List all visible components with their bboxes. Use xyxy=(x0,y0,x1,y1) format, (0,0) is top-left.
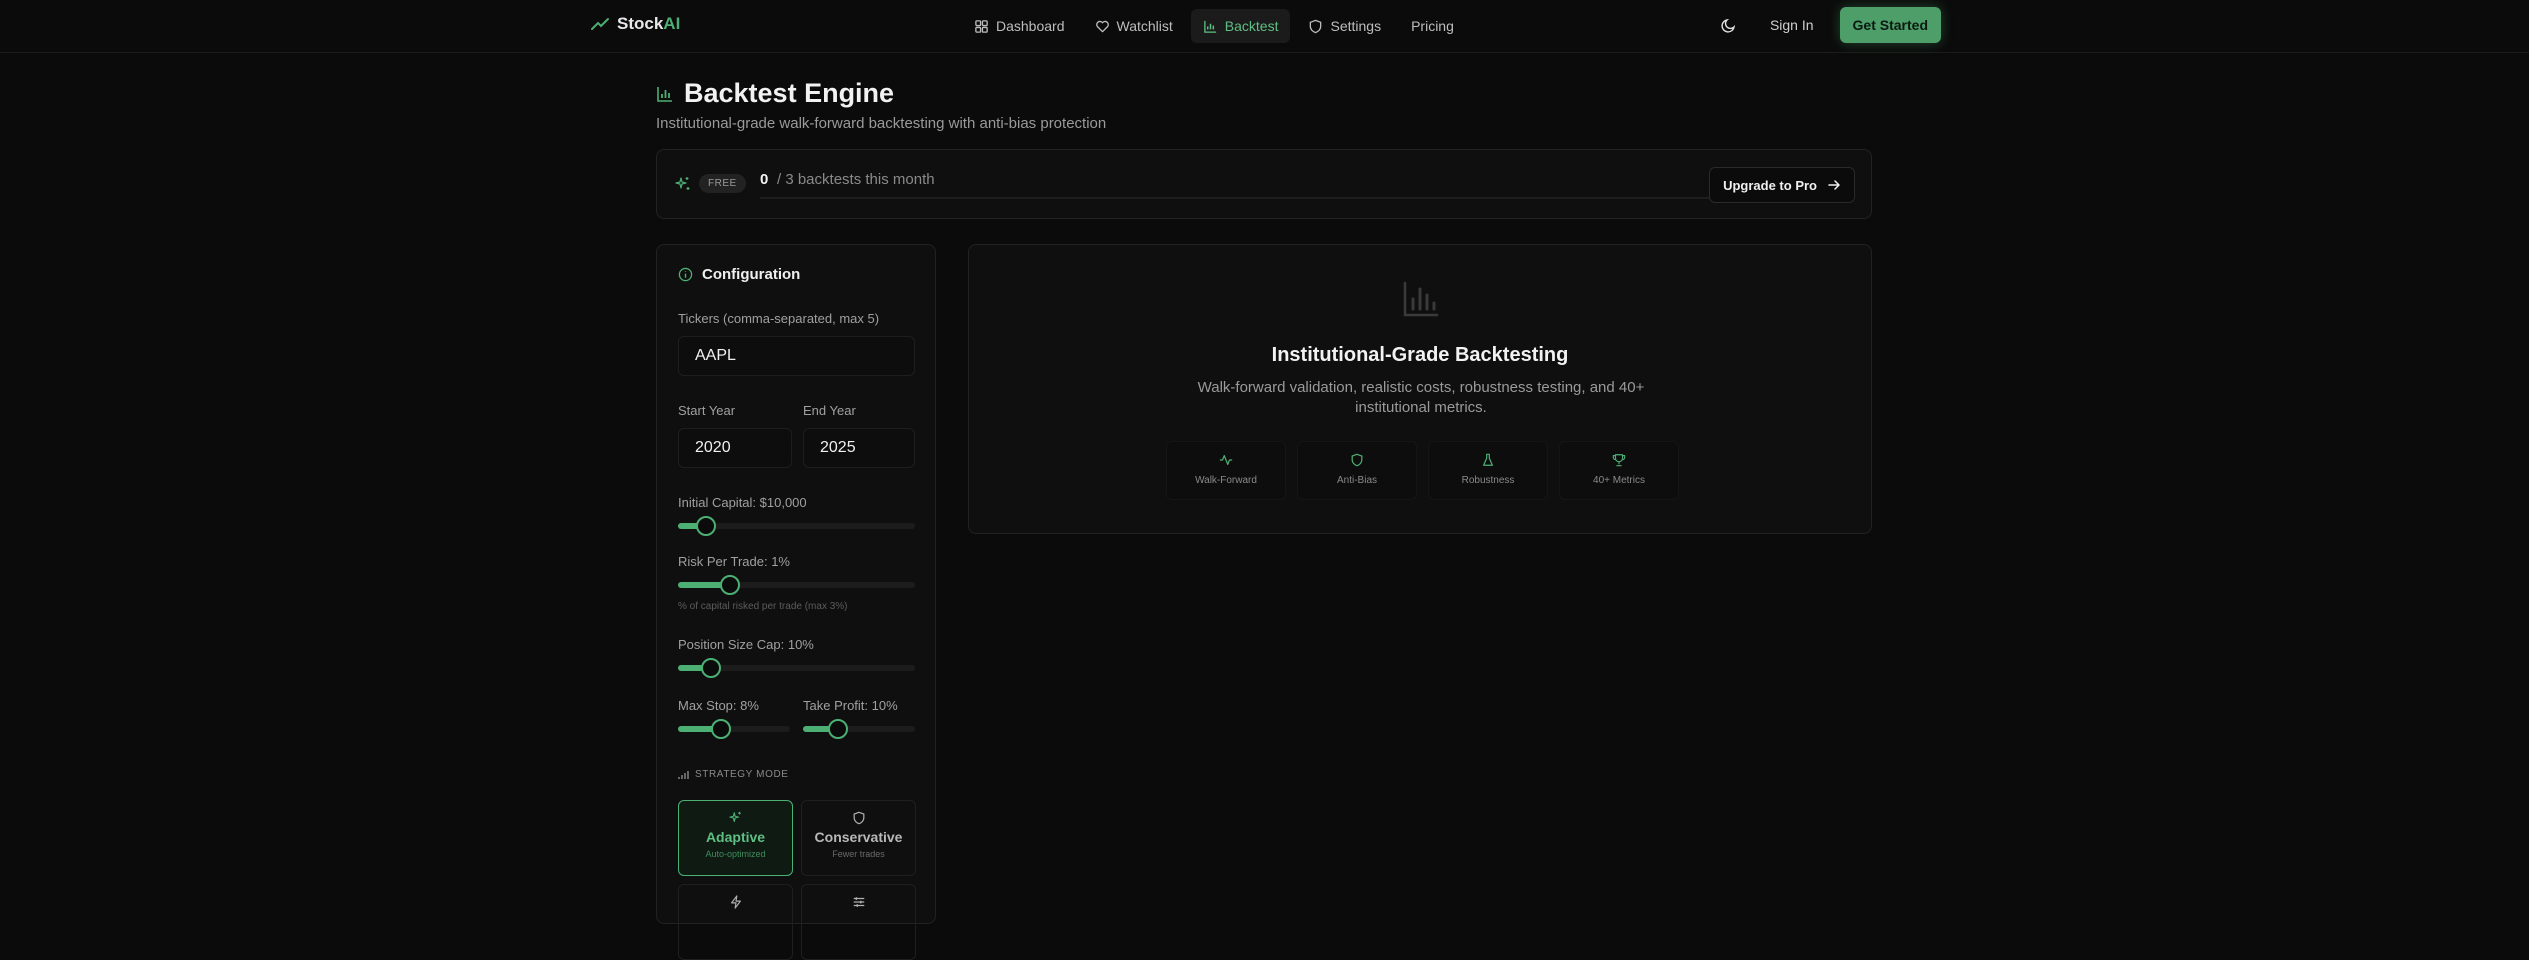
position-size-cap-label: Position Size Cap: 10% xyxy=(678,637,814,652)
slider-thumb[interactable] xyxy=(720,575,740,595)
empty-state-title: Institutional-Grade Backtesting xyxy=(1271,344,1569,366)
end-year-label: End Year xyxy=(803,403,856,418)
page-title-text: Backtest Engine xyxy=(684,78,895,108)
feature-list: Walk-Forward Anti-Bias Robustness 40+ Me… xyxy=(1166,441,1679,500)
nav-item-backtest[interactable]: Backtest xyxy=(1190,9,1291,43)
feature-label: Anti-Bias xyxy=(1336,475,1377,486)
slider-thumb[interactable] xyxy=(696,516,716,536)
feature-walk-forward: Walk-Forward xyxy=(1166,441,1286,500)
take-profit-slider[interactable] xyxy=(803,719,915,739)
zap-icon xyxy=(730,895,741,909)
initial-capital-label: Initial Capital: $10,000 xyxy=(678,495,807,510)
risk-per-trade-label: Risk Per Trade: 1% xyxy=(678,554,790,569)
risk-per-trade-slider[interactable] xyxy=(678,575,915,595)
signal-bars-icon xyxy=(678,770,689,779)
flask-icon xyxy=(1483,453,1493,466)
mode-name: Conservative xyxy=(814,829,903,845)
mode-name: Adaptive xyxy=(705,829,766,845)
usage-count: 0 xyxy=(760,171,769,188)
mode-description: Fewer trades xyxy=(832,849,885,859)
shield-icon xyxy=(1351,453,1363,467)
moon-icon xyxy=(1721,18,1736,33)
sign-in-link[interactable]: Sign In xyxy=(1770,17,1814,33)
feature-anti-bias: Anti-Bias xyxy=(1297,441,1417,500)
bar-chart-icon xyxy=(1204,20,1216,33)
tickers-label: Tickers (comma-separated, max 5) xyxy=(678,311,880,326)
mode-card-aggressive[interactable] xyxy=(678,884,793,960)
header-actions: Sign In Get Started xyxy=(1714,7,1941,43)
empty-state-panel: Institutional-Grade Backtesting Walk-for… xyxy=(968,244,1872,534)
plan-badge: FREE xyxy=(699,174,746,193)
shield-icon xyxy=(853,811,864,825)
nav-item-watchlist[interactable]: Watchlist xyxy=(1083,9,1185,43)
feature-label: Robustness xyxy=(1461,475,1515,486)
theme-toggle-button[interactable] xyxy=(1714,10,1744,40)
strategy-mode-label: STRATEGY MODE xyxy=(678,769,789,780)
feature-metrics: 40+ Metrics xyxy=(1559,441,1679,500)
nav-label: Pricing xyxy=(1411,18,1454,34)
bar-chart-icon xyxy=(1403,281,1439,317)
position-size-cap-slider[interactable] xyxy=(678,658,915,678)
sparkles-icon xyxy=(675,177,690,190)
trophy-icon xyxy=(1612,454,1626,467)
tickers-input[interactable]: AAPL xyxy=(678,336,915,376)
initial-capital-slider[interactable] xyxy=(678,516,915,536)
top-navbar: StockAI Dashboard Watchlist Backtest Set… xyxy=(0,0,2529,53)
configuration-title: Configuration xyxy=(678,266,800,283)
slider-thumb[interactable] xyxy=(828,719,848,739)
end-year-input[interactable]: 2025 xyxy=(803,428,915,468)
page-subtitle: Institutional-grade walk-forward backtes… xyxy=(656,115,1107,132)
heart-icon xyxy=(1095,20,1109,32)
take-profit-label: Take Profit: 10% xyxy=(803,698,898,713)
usage-progress-bar xyxy=(760,197,1710,199)
activity-icon xyxy=(1219,455,1233,465)
brand-logo[interactable]: StockAI xyxy=(591,14,680,34)
main-nav: Dashboard Watchlist Backtest Settings Pr… xyxy=(962,9,1466,43)
feature-label: Walk-Forward xyxy=(1195,475,1257,486)
upgrade-label: Upgrade to Pro xyxy=(1723,177,1817,193)
nav-label: Backtest xyxy=(1224,18,1279,34)
start-year-label: Start Year xyxy=(678,403,736,418)
configuration-panel: Configuration Tickers (comma-separated, … xyxy=(656,244,936,960)
nav-item-dashboard[interactable]: Dashboard xyxy=(962,9,1077,43)
start-year-input[interactable]: 2020 xyxy=(678,428,792,468)
usage-panel: FREE 0 / 3 backtests this month Upgrade … xyxy=(656,149,1872,219)
nav-item-pricing[interactable]: Pricing xyxy=(1399,9,1466,43)
risk-hint: % of capital risked per trade (max 3%) xyxy=(678,601,848,612)
feature-robustness: Robustness xyxy=(1428,441,1548,500)
mode-description: Auto-optimized xyxy=(705,849,766,859)
nav-label: Settings xyxy=(1330,18,1382,34)
grid-icon xyxy=(975,19,988,33)
page-title: Backtest Engine xyxy=(656,78,894,109)
slider-thumb[interactable] xyxy=(701,658,721,678)
mode-card-custom[interactable] xyxy=(801,884,916,960)
shield-icon xyxy=(1310,19,1322,33)
max-stop-slider[interactable] xyxy=(678,719,790,739)
feature-label: 40+ Metrics xyxy=(1593,475,1645,486)
info-icon xyxy=(678,267,693,282)
arrow-right-icon xyxy=(1828,180,1840,190)
slider-thumb[interactable] xyxy=(711,719,731,739)
brand-name: Stock xyxy=(617,14,664,33)
get-started-button[interactable]: Get Started xyxy=(1839,7,1941,43)
mode-card-conservative[interactable]: Conservative Fewer trades xyxy=(801,800,916,876)
nav-label: Watchlist xyxy=(1116,18,1173,34)
brand-name-accent: AI xyxy=(663,14,681,33)
empty-state-description: Walk-forward validation, realistic costs… xyxy=(1197,379,1645,416)
nav-item-settings[interactable]: Settings xyxy=(1296,9,1393,43)
nav-label: Dashboard xyxy=(996,18,1065,34)
sliders-icon xyxy=(853,897,864,907)
sparkles-icon xyxy=(728,811,741,823)
bar-chart-icon xyxy=(657,86,672,102)
max-stop-label: Max Stop: 8% xyxy=(678,698,759,713)
upgrade-button[interactable]: Upgrade to Pro xyxy=(1709,167,1855,203)
usage-limit: / 3 backtests this month xyxy=(777,171,935,188)
trend-up-icon xyxy=(591,18,609,30)
mode-card-adaptive[interactable]: Adaptive Auto-optimized xyxy=(678,800,793,876)
